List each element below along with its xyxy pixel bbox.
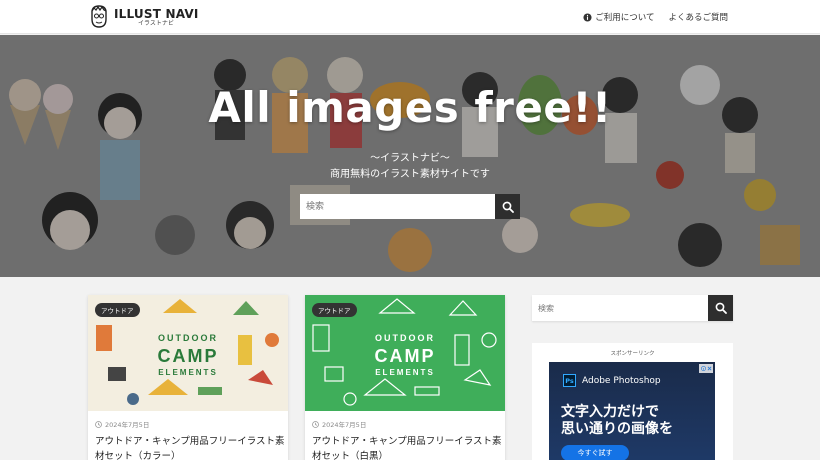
nav-faq-link[interactable]: よくあるご質問 xyxy=(668,11,728,23)
sponsor-widget: スポンサーリンク Ps Adobe Photoshop 文字入力だけで 思い通り… xyxy=(532,343,733,460)
search-icon xyxy=(715,302,727,314)
sidebar-search-form xyxy=(532,295,733,321)
photoshop-logo-icon: Ps xyxy=(563,374,576,387)
post-card[interactable]: OUTDOOR CAMP ELEMENTS アウトドア 2024年7月5日 アウ… xyxy=(88,295,288,460)
site-header: ILLUST NAVI イラストナビ ご利用について よくあるご質問 xyxy=(0,0,820,34)
info-icon xyxy=(583,12,592,22)
mascot-logo-icon xyxy=(91,5,107,28)
thumb-text-camp: CAMP xyxy=(158,346,219,366)
close-icon xyxy=(707,366,711,371)
site-logo[interactable]: ILLUST NAVI イラストナビ xyxy=(88,5,199,29)
nav-about-link[interactable]: ご利用について xyxy=(583,11,654,23)
hero-search-button[interactable] xyxy=(495,194,520,219)
ad-choices-close[interactable] xyxy=(699,364,713,373)
post-date-text: 2024年7月5日 xyxy=(322,421,367,429)
hero-search-form xyxy=(300,194,520,219)
post-thumbnail[interactable]: OUTDOOR CAMP ELEMENTS アウトドア xyxy=(88,295,288,411)
post-date-text: 2024年7月5日 xyxy=(105,421,150,429)
thumb-text-camp: CAMP xyxy=(375,346,436,366)
hero-subtitle-desc: 商用無料のイラスト素材サイトです xyxy=(330,169,490,180)
post-date: 2024年7月5日 xyxy=(312,419,366,429)
hero-title: All images free!! xyxy=(208,83,612,132)
ad-choices-icon xyxy=(700,366,706,371)
sidebar-search-input[interactable] xyxy=(532,295,708,321)
post-thumbnail[interactable]: OUTDOOR CAMP ELEMENTS アウトドア xyxy=(305,295,505,411)
ad-cta-button[interactable]: 今すぐ試す xyxy=(561,445,629,460)
hero-subtitle-name: 〜イラストナビ〜 xyxy=(370,153,450,164)
category-badge[interactable]: アウトドア xyxy=(312,303,357,317)
ad-headline-2: 思い通りの画像を xyxy=(561,421,673,437)
thumb-text-elements: ELEMENTS xyxy=(375,368,435,377)
post-title[interactable]: アウトドア・キャンプ用品フリーイラスト素材セット（カラー） xyxy=(95,434,285,460)
hero-banner: All images free!! 〜イラストナビ〜 商用無料のイラスト素材サイ… xyxy=(0,35,820,277)
thumb-text-outdoor: OUTDOOR xyxy=(375,333,435,343)
post-date: 2024年7月5日 xyxy=(95,419,149,429)
search-icon xyxy=(502,201,514,213)
nav-faq-label: よくあるご質問 xyxy=(668,13,728,23)
ad-brand: Ps Adobe Photoshop xyxy=(563,374,661,387)
post-title[interactable]: アウトドア・キャンプ用品フリーイラスト素材セット（白黒） xyxy=(312,434,502,460)
sidebar-search-button[interactable] xyxy=(708,295,733,321)
logo-subtitle: イラストナビ xyxy=(138,19,174,27)
ad-banner[interactable]: Ps Adobe Photoshop 文字入力だけで 思い通りの画像を 今すぐ試… xyxy=(549,362,715,460)
clock-icon xyxy=(95,420,102,428)
hero-search-input[interactable] xyxy=(300,194,495,219)
thumb-text-elements: ELEMENTS xyxy=(158,368,218,377)
clock-icon xyxy=(312,420,319,428)
category-badge[interactable]: アウトドア xyxy=(95,303,140,317)
post-card[interactable]: OUTDOOR CAMP ELEMENTS アウトドア 2024年7月5日 アウ… xyxy=(305,295,505,460)
sponsor-label: スポンサーリンク xyxy=(610,351,655,357)
thumb-text-outdoor: OUTDOOR xyxy=(158,333,218,343)
header-nav: ご利用について よくあるご質問 xyxy=(583,11,728,23)
ad-brand-name: Adobe Photoshop xyxy=(582,375,661,386)
logo-title: ILLUST NAVI xyxy=(114,6,199,21)
nav-about-label: ご利用について xyxy=(595,13,655,23)
